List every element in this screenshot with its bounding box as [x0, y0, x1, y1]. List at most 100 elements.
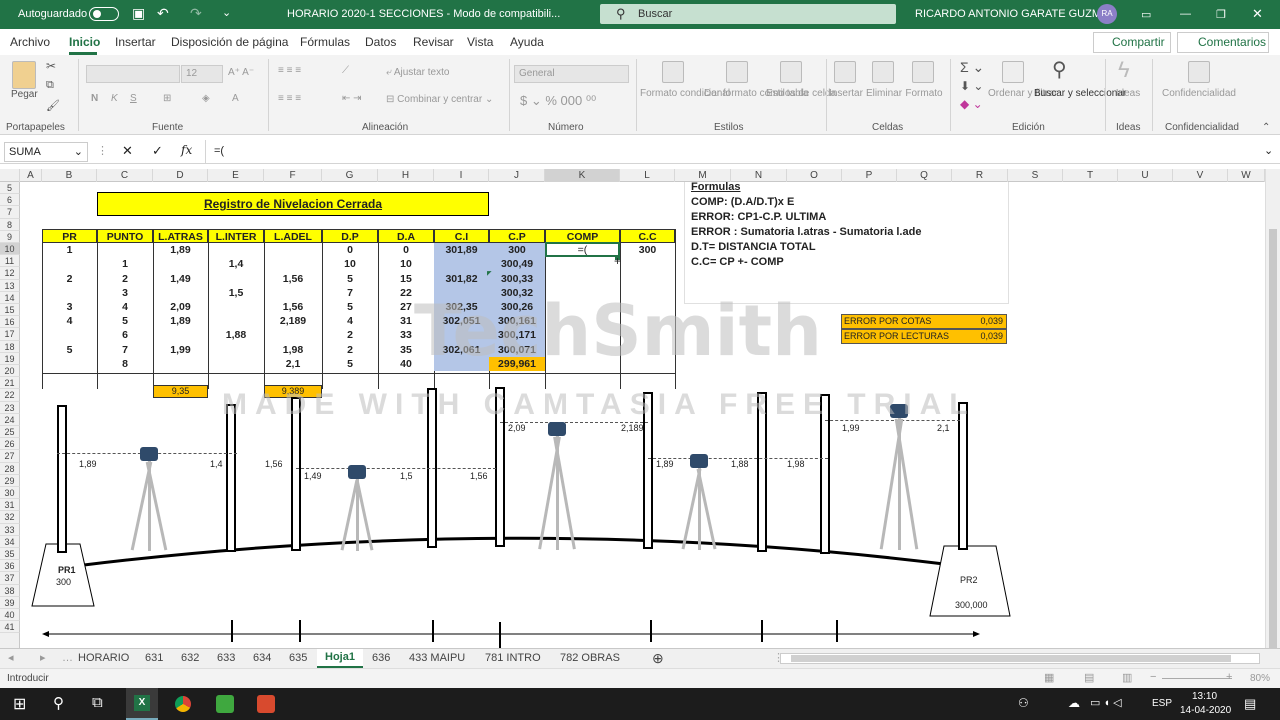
expand-formula-icon[interactable]: ⌄	[1264, 144, 1273, 157]
col-header[interactable]: I	[434, 169, 489, 182]
cell-styles-icon[interactable]	[780, 61, 802, 83]
more-sheets-icon[interactable]: …	[62, 650, 73, 667]
ideas-button[interactable]: Ideas	[1110, 88, 1146, 99]
worksheet-grid[interactable]: 5 6 7 8 9 10 11 12 13 14 15 16 17 18 19 20 21 22 23 24 25 26 2…	[0, 182, 1265, 648]
restore-icon[interactable]: ❐	[1216, 8, 1226, 21]
people-icon[interactable]: ⚇	[1018, 696, 1029, 710]
sheet-tab[interactable]: 782 OBRAS	[560, 650, 620, 667]
fill-icon[interactable]: ⬇ ⌄	[960, 79, 983, 93]
col-header[interactable]: C	[97, 169, 153, 182]
paste-label[interactable]: Pegar	[11, 89, 38, 100]
sheet-tab[interactable]: 633	[217, 650, 235, 667]
col-header[interactable]: D	[153, 169, 208, 182]
undo-icon[interactable]: ↶	[157, 5, 169, 22]
col-header[interactable]: P	[842, 169, 897, 182]
next-sheet-icon[interactable]: ▸	[40, 650, 46, 667]
zoom-slider[interactable]	[1162, 678, 1232, 679]
vertical-scrollbar[interactable]	[1265, 169, 1280, 649]
italic-icon[interactable]: K	[111, 93, 118, 104]
col-header[interactable]: F	[264, 169, 322, 182]
col-header[interactable]: S	[1008, 169, 1063, 182]
copy-icon[interactable]: ⧉	[46, 79, 54, 92]
col-header[interactable]: B	[42, 169, 97, 182]
scroll-thumb[interactable]	[1269, 229, 1277, 649]
autosum-icon[interactable]: Σ ⌄	[960, 59, 984, 76]
camtasia-editor-icon[interactable]	[257, 695, 275, 713]
borders-icon[interactable]: ⊞	[163, 93, 171, 104]
col-header[interactable]: L	[620, 169, 675, 182]
scroll-thumb[interactable]	[791, 655, 1231, 662]
sheet-tab[interactable]: 433 MAIPU	[409, 650, 465, 667]
enter-check-icon[interactable]: ✓	[152, 143, 163, 159]
camtasia-recorder-icon[interactable]	[216, 695, 234, 713]
find-select-button[interactable]: Buscar y seleccionar	[1034, 88, 1126, 99]
excel-taskbar-button[interactable]: X	[126, 688, 158, 720]
name-box[interactable]: SUMA ⌄	[4, 142, 88, 162]
formula-input[interactable]: =(	[214, 145, 224, 157]
ideas-icon[interactable]: ϟ	[1118, 57, 1130, 83]
cell-styles-button[interactable]: Estilos de celda	[766, 88, 836, 99]
sheet-tab[interactable]: 632	[181, 650, 199, 667]
tab-datos[interactable]: Datos	[365, 35, 396, 49]
sheet-tab[interactable]: 636	[372, 650, 390, 667]
font-name-select[interactable]	[86, 65, 180, 83]
col-header[interactable]: J	[489, 169, 545, 182]
sheet-tab[interactable]: 631	[145, 650, 163, 667]
tab-insertar[interactable]: Insertar	[115, 35, 156, 49]
conditional-format-icon[interactable]	[662, 61, 684, 83]
grow-font-icon[interactable]: A⁺ A⁻	[228, 67, 254, 78]
format-painter-icon[interactable]: 🖌	[46, 99, 60, 112]
sensitivity-icon[interactable]	[1188, 61, 1210, 83]
table-format-button[interactable]: Dar formato como tabla	[704, 88, 809, 99]
font-size-select[interactable]: 12	[181, 65, 223, 83]
sort-filter-icon[interactable]	[1002, 61, 1024, 83]
tab-archivo[interactable]: Archivo	[10, 35, 50, 49]
add-sheet-icon[interactable]: ⊕	[652, 650, 664, 667]
col-header[interactable]: M	[675, 169, 731, 182]
indent-icon[interactable]: ⇤ ⇥	[342, 93, 362, 104]
col-header[interactable]: W	[1228, 169, 1265, 182]
collapse-ribbon-icon[interactable]: ⌃	[1262, 122, 1270, 133]
fill-color-icon[interactable]: ◈	[202, 93, 210, 104]
conditional-format-button[interactable]: Formato condicional	[640, 88, 730, 99]
normal-view-icon[interactable]: ▦	[1044, 671, 1054, 684]
select-all-corner[interactable]	[0, 169, 20, 182]
sheet-tab[interactable]: 781 INTRO	[485, 650, 541, 667]
currency-icon[interactable]: $ ⌄ % 000 ⁰⁰	[520, 93, 596, 109]
save-icon[interactable]: ▣	[132, 5, 145, 22]
clock-date[interactable]: 14-04-2020	[1180, 705, 1231, 716]
delete-cells-icon[interactable]	[872, 61, 894, 83]
find-select-icon[interactable]: ⚲	[1052, 57, 1067, 82]
page-break-icon[interactable]: ▥	[1122, 671, 1132, 684]
font-color-icon[interactable]: A	[232, 93, 239, 104]
cloud-icon[interactable]: ☁	[1068, 696, 1080, 710]
document-title[interactable]: HORARIO 2020-1 SECCIONES - Modo de compa…	[287, 8, 560, 20]
cut-icon[interactable]: ✂	[46, 59, 56, 73]
format-cells-icon[interactable]	[912, 61, 934, 83]
align-top-icon[interactable]: ≡ ≡ ≡	[278, 65, 301, 76]
insert-cells-button[interactable]: Insertar	[826, 88, 866, 99]
autosave-toggle[interactable]	[89, 7, 119, 21]
chrome-icon[interactable]	[175, 696, 191, 712]
col-header[interactable]: E	[208, 169, 264, 182]
ribbon-display-icon[interactable]: ▭	[1141, 8, 1151, 21]
col-header[interactable]: Q	[897, 169, 952, 182]
clock-time[interactable]: 13:10	[1192, 691, 1217, 702]
sort-filter-button[interactable]: Ordenar y filtrar	[988, 88, 1057, 99]
page-layout-icon[interactable]: ▤	[1084, 671, 1094, 684]
tray-icons[interactable]: ▭ ◖ ◁	[1090, 696, 1122, 709]
zoom-out-icon[interactable]: −	[1150, 671, 1156, 683]
merge-center-button[interactable]: ⊟ Combinar y centrar ⌄	[386, 94, 493, 105]
format-cells-button[interactable]: Formato	[902, 88, 946, 99]
col-header[interactable]: A	[20, 169, 42, 182]
customize-icon[interactable]: ⌄	[222, 6, 231, 19]
tab-formulas[interactable]: Fórmulas	[300, 35, 350, 49]
col-header[interactable]: G	[322, 169, 378, 182]
col-header[interactable]: U	[1118, 169, 1173, 182]
insert-function-icon[interactable]: fx	[181, 143, 192, 157]
underline-icon[interactable]: S	[130, 93, 137, 104]
table-format-icon[interactable]	[726, 61, 748, 83]
tab-vista[interactable]: Vista	[467, 35, 493, 49]
tab-ayuda[interactable]: Ayuda	[510, 35, 544, 49]
number-format-select[interactable]: General	[514, 65, 629, 83]
